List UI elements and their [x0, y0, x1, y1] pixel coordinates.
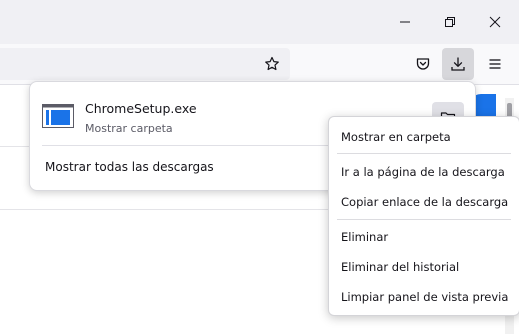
download-context-menu: Mostrar en carpeta Ir a la página de la …	[328, 116, 519, 316]
close-button[interactable]	[477, 8, 513, 36]
pocket-button[interactable]	[407, 48, 439, 80]
bookmark-star-button[interactable]	[256, 48, 288, 80]
menu-separator	[337, 219, 511, 220]
menu-item-remove-from-history[interactable]: Eliminar del historial	[341, 260, 459, 274]
download-icon	[451, 57, 465, 71]
app-menu-button[interactable]	[479, 48, 511, 80]
menu-separator	[337, 153, 511, 154]
downloads-button[interactable]	[442, 48, 474, 80]
download-status: Mostrar carpeta	[85, 122, 173, 135]
restore-icon	[445, 17, 455, 27]
restore-button[interactable]	[432, 8, 468, 36]
menu-item-copy-download-link[interactable]: Copiar enlace de la descarga	[341, 195, 508, 209]
star-icon	[265, 56, 279, 71]
page-divider	[0, 146, 30, 147]
hamburger-menu-icon	[489, 59, 501, 69]
minimize-button[interactable]	[387, 8, 423, 36]
menu-item-show-in-folder[interactable]: Mostrar en carpeta	[341, 130, 451, 144]
exe-file-icon	[42, 104, 74, 128]
menu-item-delete[interactable]: Eliminar	[341, 230, 388, 244]
download-file-name: ChromeSetup.exe	[85, 101, 197, 116]
close-icon	[489, 16, 501, 28]
pocket-icon	[416, 58, 430, 70]
title-bar	[0, 0, 519, 44]
url-bar[interactable]	[0, 48, 290, 80]
menu-item-go-to-download-page[interactable]: Ir a la página de la descarga	[341, 165, 505, 179]
show-all-downloads-button[interactable]: Mostrar todas las descargas	[45, 160, 214, 174]
navigation-toolbar	[0, 44, 519, 85]
minimize-icon	[400, 21, 410, 23]
menu-item-clear-preview-panel[interactable]: Limpiar panel de vista previa	[341, 290, 508, 304]
